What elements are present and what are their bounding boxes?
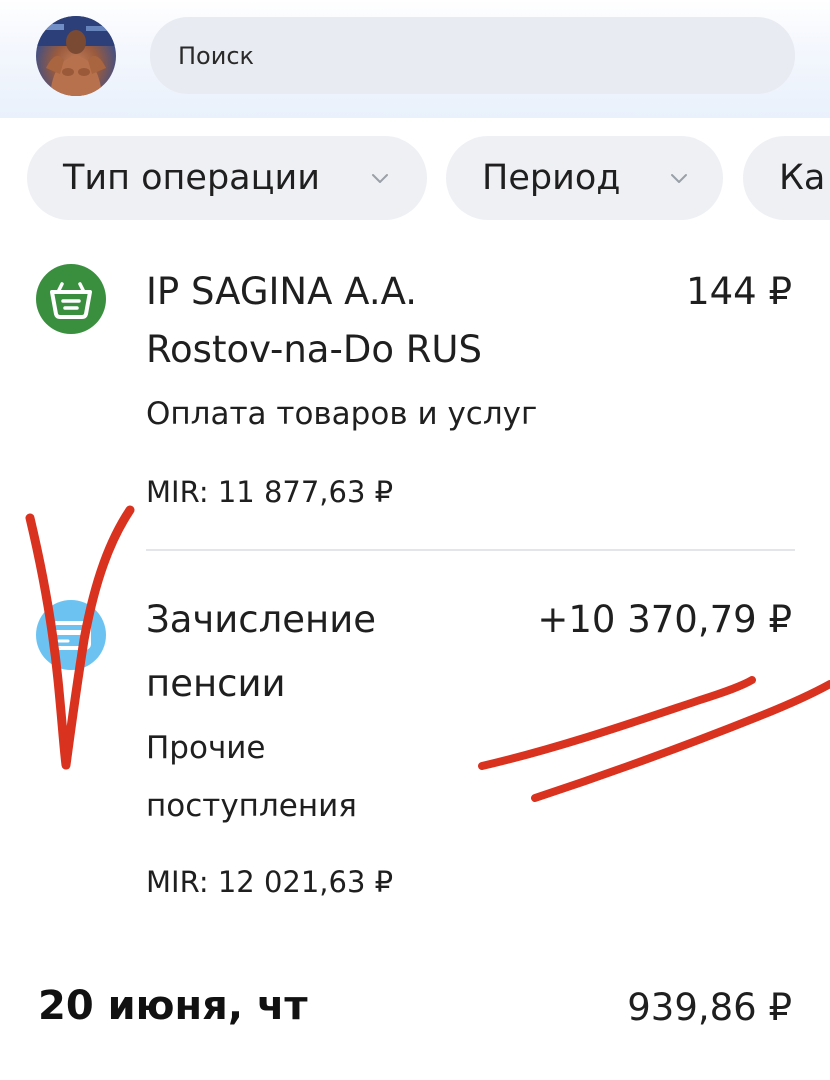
day-group-total: 939,86 ₽ <box>627 986 792 1029</box>
search-placeholder: Поиск <box>178 41 255 70</box>
filter-period[interactable]: Период <box>446 136 723 220</box>
shopping-basket-icon <box>36 264 106 334</box>
filter-operation-type-label: Тип операции <box>63 158 320 198</box>
transaction-category: Прочие <box>146 730 266 766</box>
annotation-underline-2 <box>531 680 830 802</box>
search-input[interactable]: Поиск <box>150 17 795 94</box>
filter-chips-row: Тип операции Период Ка <box>0 136 830 220</box>
transaction-title: Зачисление <box>146 598 377 641</box>
chevron-down-icon <box>671 174 687 183</box>
transaction-title: IP SAGINA A.A. <box>146 270 417 313</box>
user-avatar[interactable] <box>36 16 116 96</box>
annotation-underline-1 <box>478 676 756 770</box>
filter-category-label: Ка <box>779 158 826 198</box>
filter-period-label: Период <box>482 158 621 198</box>
transaction-category-line-2: поступления <box>146 788 357 824</box>
transaction-card-balance: MIR: 12 021,63 ₽ <box>146 865 394 899</box>
transaction-category: Оплата товаров и услуг <box>146 396 538 432</box>
transaction-amount: 144 ₽ <box>686 270 792 313</box>
transaction-amount: +10 370,79 ₽ <box>537 598 792 641</box>
transaction-title-line-2: Rostov-na-Do RUS <box>146 328 482 371</box>
divider <box>146 549 795 551</box>
chevron-down-icon <box>372 174 388 183</box>
filter-category[interactable]: Ка <box>743 136 830 220</box>
top-header: Поиск <box>0 0 830 118</box>
transaction-title-line-2: пенсии <box>146 662 286 705</box>
avatar-photo-icon <box>36 16 116 96</box>
transaction-card-balance: MIR: 11 877,63 ₽ <box>146 475 394 509</box>
day-group-date: 20 июня, чт <box>38 983 308 1029</box>
filter-operation-type[interactable]: Тип операции <box>27 136 427 220</box>
card-icon <box>36 600 106 670</box>
